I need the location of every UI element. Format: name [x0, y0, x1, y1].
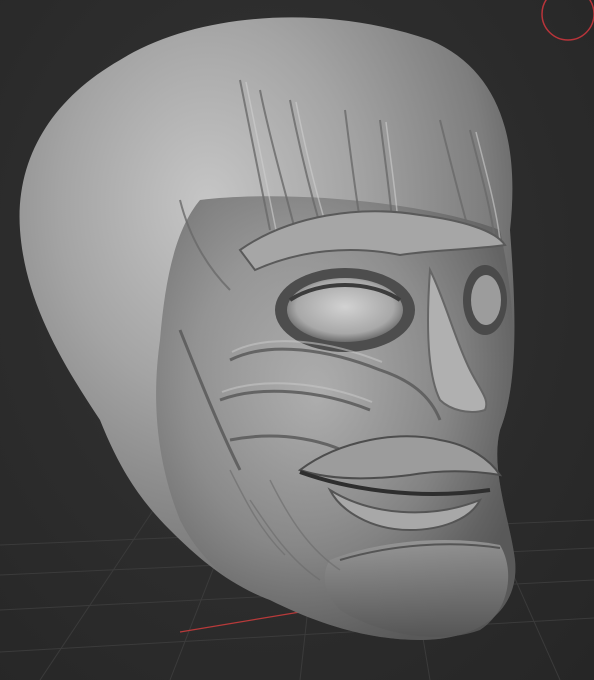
right-eye [471, 275, 501, 325]
sculpt-viewport[interactable] [0, 0, 594, 680]
left-eye [287, 278, 403, 342]
axis-x-line [179, 611, 301, 633]
viewport-canvas [0, 0, 594, 680]
sculpted-head-model[interactable] [19, 17, 516, 641]
orientation-gizmo-icon[interactable] [541, 0, 594, 41]
